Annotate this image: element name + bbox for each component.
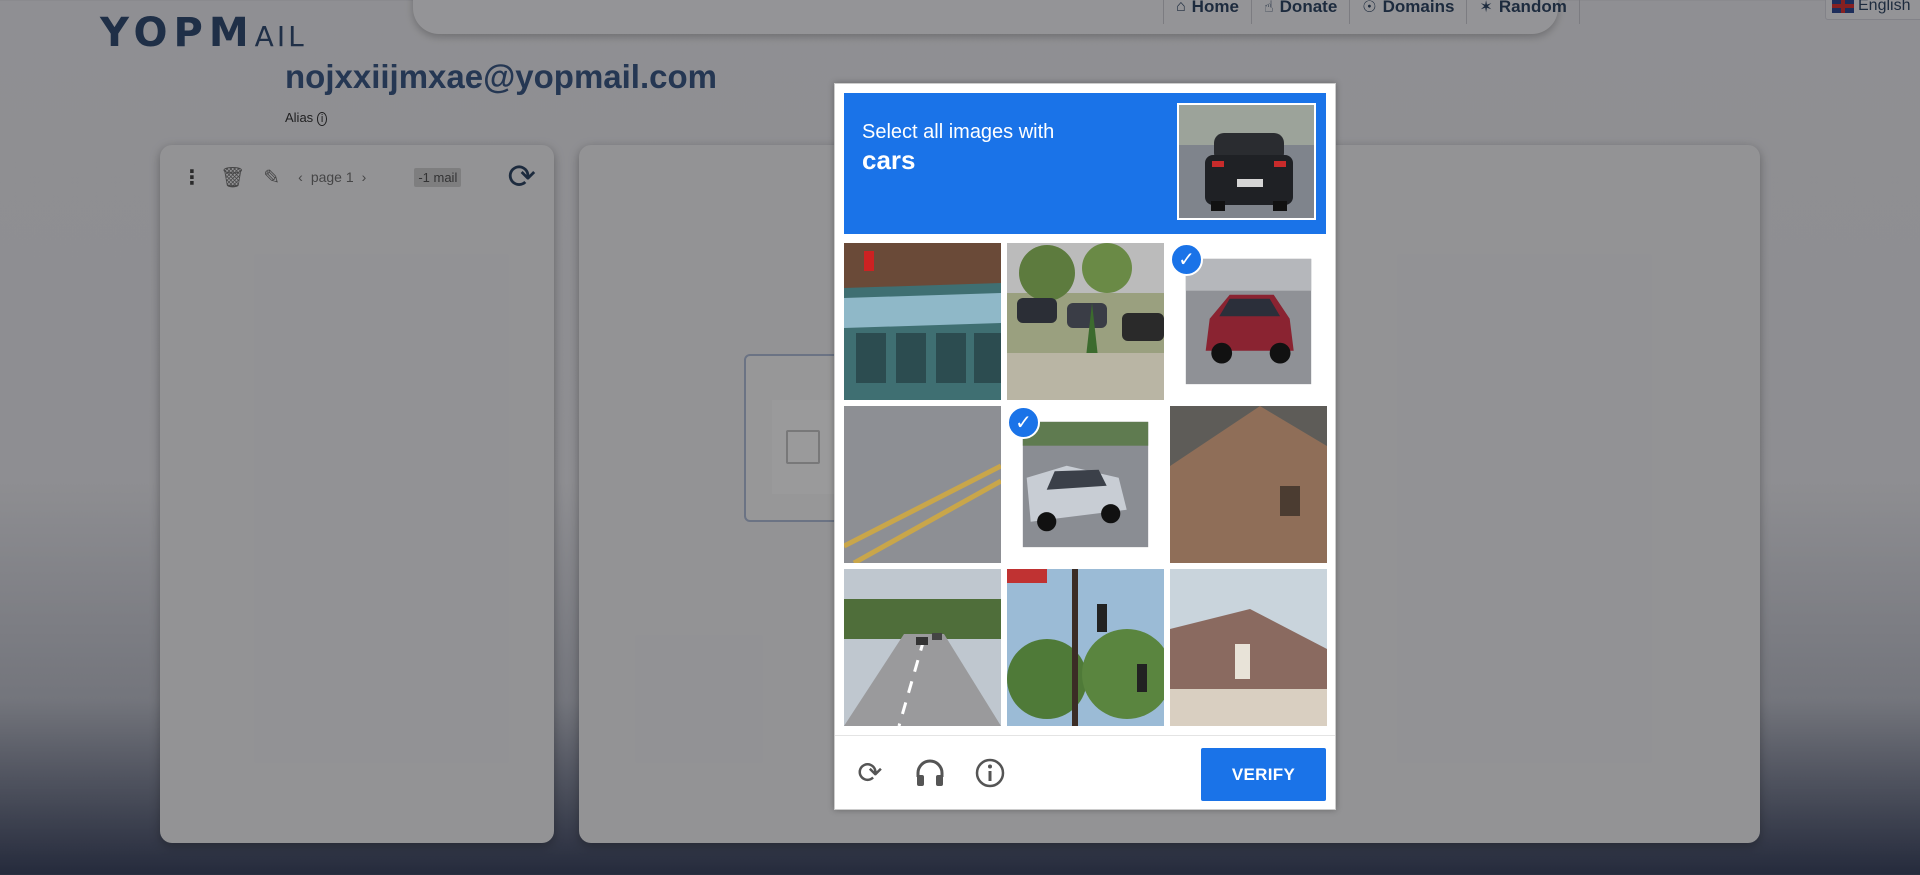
captcha-header: Select all images with cars	[844, 93, 1326, 234]
bus-image	[844, 243, 1001, 400]
captcha-instruction: Select all images with	[862, 121, 1055, 143]
highway-image	[844, 569, 1001, 726]
info-circle-icon	[975, 758, 1005, 788]
red-car-image	[1185, 258, 1312, 385]
info-icon[interactable]	[973, 756, 1007, 790]
traffic-light-image	[1007, 569, 1164, 726]
road-markings-image	[844, 406, 1001, 563]
captcha-tile-8[interactable]	[1007, 569, 1164, 726]
roof-image	[1170, 406, 1327, 563]
selected-check-icon: ✓	[1007, 406, 1040, 439]
captcha-footer: ⟳ VERIFY	[835, 735, 1335, 809]
captcha-tile-9[interactable]	[1170, 569, 1327, 726]
house-image	[1170, 569, 1327, 726]
captcha-tile-4[interactable]	[844, 406, 1001, 563]
captcha-sample-image	[1177, 103, 1316, 220]
captcha-tile-1[interactable]	[844, 243, 1001, 400]
captcha-tile-7[interactable]	[844, 569, 1001, 726]
captcha-challenge-dialog: Select all images with cars ✓ ✓ ⟳ VERIFY	[834, 83, 1336, 810]
headphones-icon	[916, 759, 944, 786]
white-car-image	[1022, 421, 1149, 548]
verify-button[interactable]: VERIFY	[1201, 748, 1326, 801]
captcha-tile-3[interactable]: ✓	[1170, 243, 1327, 400]
parking-lot-image	[1007, 243, 1164, 400]
captcha-tile-2[interactable]	[1007, 243, 1164, 400]
captcha-tile-6[interactable]	[1170, 406, 1327, 563]
captcha-tile-5[interactable]: ✓	[1007, 406, 1164, 563]
audio-icon[interactable]	[913, 756, 947, 790]
selected-check-icon: ✓	[1170, 243, 1203, 276]
captcha-target-word: cars	[862, 145, 916, 175]
reload-icon[interactable]: ⟳	[853, 756, 887, 790]
